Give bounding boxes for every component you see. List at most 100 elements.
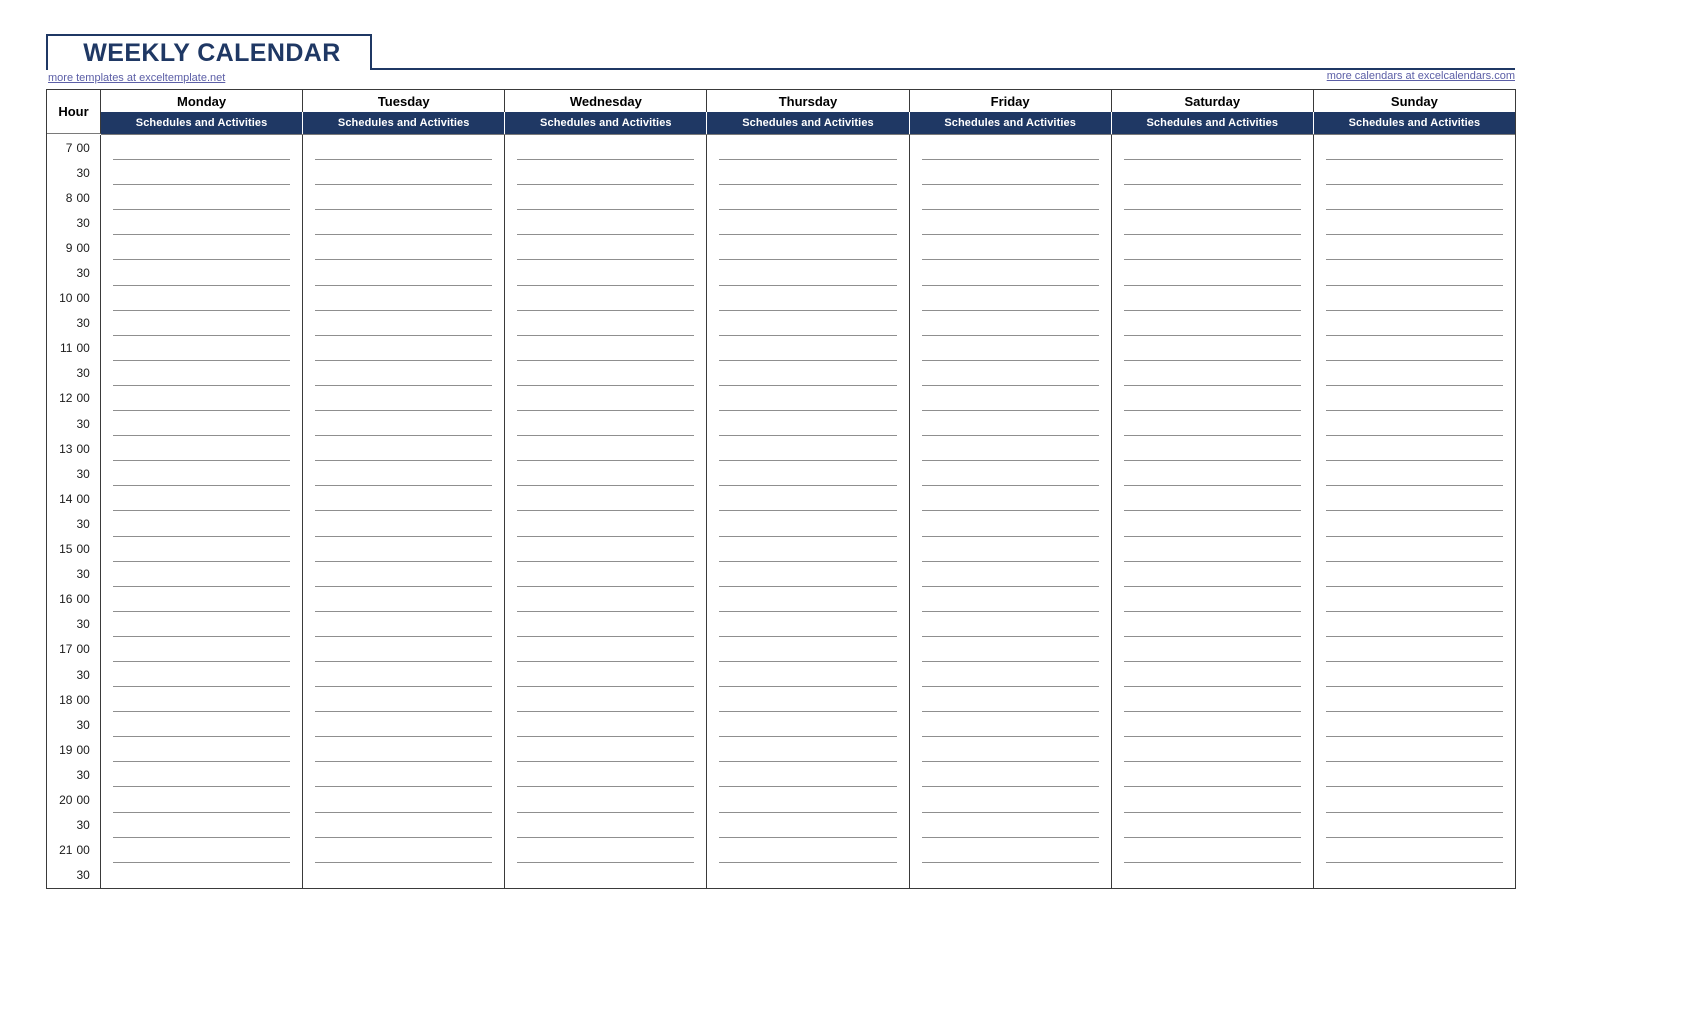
schedule-slot[interactable] (101, 511, 302, 537)
schedule-slot[interactable] (1112, 336, 1313, 361)
schedule-slot[interactable] (1112, 612, 1313, 637)
schedule-slot[interactable] (505, 813, 706, 838)
schedule-slot[interactable] (101, 813, 302, 838)
schedule-slot[interactable] (303, 386, 504, 412)
schedule-slot[interactable] (101, 461, 302, 487)
schedule-slot[interactable] (1314, 687, 1515, 713)
schedule-slot[interactable] (101, 838, 302, 863)
schedule-slot[interactable] (707, 787, 908, 813)
schedule-slot[interactable] (303, 160, 504, 186)
schedule-slot[interactable] (707, 587, 908, 612)
schedule-slot[interactable] (910, 787, 1111, 813)
schedule-slot[interactable] (1112, 537, 1313, 562)
schedule-slot[interactable] (505, 386, 706, 412)
schedule-slot[interactable] (1314, 737, 1515, 763)
schedule-slot[interactable] (1314, 587, 1515, 612)
schedule-slot[interactable] (1112, 511, 1313, 537)
schedule-slot[interactable] (101, 311, 302, 336)
schedule-slot[interactable] (505, 863, 706, 888)
schedule-slot[interactable] (707, 235, 908, 261)
schedule-slot[interactable] (910, 185, 1111, 211)
schedule-slot[interactable] (101, 411, 302, 437)
schedule-slot[interactable] (101, 286, 302, 311)
schedule-slot[interactable] (505, 737, 706, 763)
schedule-slot[interactable] (707, 436, 908, 462)
schedule-slot[interactable] (1314, 210, 1515, 236)
schedule-slot[interactable] (505, 411, 706, 437)
schedule-slot[interactable] (707, 386, 908, 412)
schedule-slot[interactable] (303, 787, 504, 813)
schedule-slot[interactable] (505, 838, 706, 863)
schedule-slot[interactable] (505, 787, 706, 813)
schedule-slot[interactable] (505, 562, 706, 587)
schedule-slot[interactable] (910, 813, 1111, 838)
schedule-slot[interactable] (910, 486, 1111, 512)
schedule-slot[interactable] (505, 762, 706, 788)
schedule-slot[interactable] (707, 813, 908, 838)
schedule-slot[interactable] (1314, 562, 1515, 587)
schedule-slot[interactable] (505, 135, 706, 161)
schedule-slot[interactable] (303, 235, 504, 261)
schedule-slot[interactable] (707, 185, 908, 211)
schedule-slot[interactable] (303, 210, 504, 236)
schedule-slot[interactable] (505, 662, 706, 688)
schedule-slot[interactable] (505, 511, 706, 537)
schedule-slot[interactable] (505, 260, 706, 286)
schedule-slot[interactable] (101, 662, 302, 688)
schedule-slot[interactable] (303, 461, 504, 487)
schedule-slot[interactable] (1112, 210, 1313, 236)
schedule-slot[interactable] (303, 737, 504, 763)
schedule-slot[interactable] (1112, 361, 1313, 386)
schedule-slot[interactable] (910, 436, 1111, 462)
schedule-slot[interactable] (910, 361, 1111, 386)
schedule-slot[interactable] (101, 762, 302, 788)
schedule-slot[interactable] (910, 662, 1111, 688)
schedule-slot[interactable] (707, 461, 908, 487)
schedule-slot[interactable] (910, 336, 1111, 361)
schedule-slot[interactable] (303, 336, 504, 361)
schedule-slot[interactable] (1314, 311, 1515, 336)
calendars-source-link[interactable]: more calendars at excelcalendars.com (1327, 70, 1515, 82)
schedule-slot[interactable] (1314, 135, 1515, 161)
schedule-slot[interactable] (910, 587, 1111, 612)
schedule-slot[interactable] (505, 712, 706, 738)
schedule-slot[interactable] (303, 411, 504, 437)
schedule-slot[interactable] (101, 185, 302, 211)
schedule-slot[interactable] (1112, 135, 1313, 161)
schedule-slot[interactable] (1112, 737, 1313, 763)
schedule-slot[interactable] (1112, 286, 1313, 311)
schedule-slot[interactable] (910, 863, 1111, 888)
schedule-slot[interactable] (707, 838, 908, 863)
schedule-slot[interactable] (505, 587, 706, 612)
schedule-slot[interactable] (101, 863, 302, 888)
schedule-slot[interactable] (1314, 286, 1515, 311)
schedule-slot[interactable] (101, 787, 302, 813)
schedule-slot[interactable] (505, 160, 706, 186)
schedule-slot[interactable] (1314, 361, 1515, 386)
schedule-slot[interactable] (707, 562, 908, 587)
schedule-slot[interactable] (1112, 863, 1313, 888)
schedule-slot[interactable] (910, 235, 1111, 261)
schedule-slot[interactable] (1314, 762, 1515, 788)
schedule-slot[interactable] (505, 210, 706, 236)
schedule-slot[interactable] (303, 562, 504, 587)
schedule-slot[interactable] (303, 687, 504, 713)
schedule-slot[interactable] (1112, 486, 1313, 512)
schedule-slot[interactable] (910, 135, 1111, 161)
schedule-slot[interactable] (910, 637, 1111, 662)
schedule-slot[interactable] (505, 185, 706, 211)
schedule-slot[interactable] (1314, 461, 1515, 487)
schedule-slot[interactable] (1314, 386, 1515, 412)
schedule-slot[interactable] (707, 336, 908, 361)
schedule-slot[interactable] (1112, 386, 1313, 412)
schedule-slot[interactable] (1112, 235, 1313, 261)
schedule-slot[interactable] (303, 135, 504, 161)
schedule-slot[interactable] (707, 135, 908, 161)
schedule-slot[interactable] (1112, 260, 1313, 286)
schedule-slot[interactable] (910, 562, 1111, 587)
schedule-slot[interactable] (303, 838, 504, 863)
schedule-slot[interactable] (910, 762, 1111, 788)
schedule-slot[interactable] (1314, 612, 1515, 637)
schedule-slot[interactable] (910, 461, 1111, 487)
schedule-slot[interactable] (1112, 587, 1313, 612)
